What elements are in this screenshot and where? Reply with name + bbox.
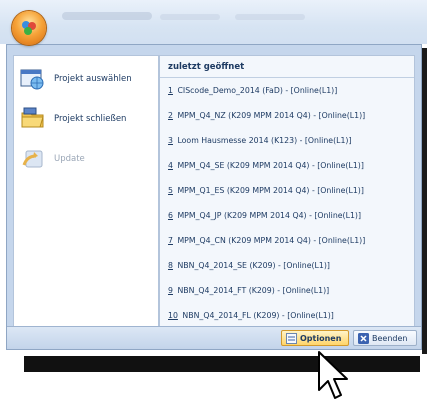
recent-item-number: 9 bbox=[168, 286, 173, 295]
window-globe-icon bbox=[20, 67, 46, 91]
title-blur bbox=[62, 12, 152, 20]
menu-commands-pane: Projekt auswählen Projekt schließen Upda… bbox=[13, 55, 159, 333]
recent-item-number: 6 bbox=[168, 211, 173, 220]
recent-project-item[interactable]: 1 CIScode_Demo_2014 (FaD) - [Online(L1)] bbox=[168, 80, 412, 102]
menu-shadow bbox=[24, 356, 420, 372]
options-button[interactable]: Optionen bbox=[281, 330, 349, 346]
exit-button[interactable]: Beenden bbox=[353, 330, 417, 346]
recent-item-number: 4 bbox=[168, 161, 173, 170]
menu-item-select-project[interactable]: Projekt auswählen bbox=[20, 62, 154, 96]
exit-button-label: Beenden bbox=[372, 333, 408, 343]
recent-header: zuletzt geöffnet bbox=[160, 56, 414, 78]
recent-project-item[interactable]: 6 MPM_Q4_JP (K209 MPM 2014 Q4) - [Online… bbox=[168, 205, 412, 227]
mouse-pointer-icon bbox=[318, 351, 348, 399]
recent-item-text: Loom Hausmesse 2014 (K123) - [Online(L1)… bbox=[177, 136, 352, 145]
close-icon bbox=[358, 332, 369, 344]
options-icon bbox=[286, 332, 297, 344]
title-blur bbox=[160, 14, 220, 20]
recent-item-text: CIScode_Demo_2014 (FaD) - [Online(L1)] bbox=[177, 86, 338, 95]
recent-project-item[interactable]: 2 MPM_Q4_NZ (K209 MPM 2014 Q4) - [Online… bbox=[168, 105, 412, 127]
recent-projects-pane: zuletzt geöffnet 1 CIScode_Demo_2014 (Fa… bbox=[159, 55, 415, 333]
folder-icon bbox=[20, 107, 46, 131]
recent-item-number: 1 bbox=[168, 86, 173, 95]
menu-shadow bbox=[422, 48, 427, 354]
application-menu: Projekt auswählen Projekt schließen Upda… bbox=[6, 44, 422, 350]
menu-footer: Optionen Beenden bbox=[7, 326, 421, 349]
menu-item-label: Projekt auswählen bbox=[54, 74, 132, 84]
recent-project-item[interactable]: 10 NBN_Q4_2014_FL (K209) - [Online(L1)] bbox=[168, 305, 412, 327]
recent-item-text: NBN_Q4_2014_FT (K209) - [Online(L1)] bbox=[177, 286, 330, 295]
application-menu-button[interactable] bbox=[12, 11, 46, 45]
menu-item-close-project[interactable]: Projekt schließen bbox=[20, 102, 154, 136]
recent-project-item[interactable]: 4 MPM_Q4_SE (K209 MPM 2014 Q4) - [Online… bbox=[168, 155, 412, 177]
recent-item-number: 7 bbox=[168, 236, 173, 245]
options-button-label: Optionen bbox=[300, 333, 342, 343]
recent-item-text: MPM_Q4_SE (K209 MPM 2014 Q4) - [Online(L… bbox=[177, 161, 364, 170]
menu-item-update[interactable]: Update bbox=[20, 142, 154, 176]
recent-item-text: MPM_Q4_CN (K209 MPM 2014 Q4) - [Online(L… bbox=[177, 236, 366, 245]
title-blur bbox=[235, 14, 305, 20]
recent-item-number: 10 bbox=[168, 311, 178, 320]
recent-item-text: MPM_Q4_JP (K209 MPM 2014 Q4) - [Online(L… bbox=[177, 211, 361, 220]
menu-item-label: Update bbox=[54, 154, 85, 164]
recent-item-number: 2 bbox=[168, 111, 173, 120]
recent-item-number: 5 bbox=[168, 186, 173, 195]
recent-project-item[interactable]: 7 MPM_Q4_CN (K209 MPM 2014 Q4) - [Online… bbox=[168, 230, 412, 252]
recent-item-text: MPM_Q4_NZ (K209 MPM 2014 Q4) - [Online(L… bbox=[177, 111, 366, 120]
recent-item-number: 3 bbox=[168, 136, 173, 145]
update-icon bbox=[20, 147, 46, 171]
recent-project-item[interactable]: 9 NBN_Q4_2014_FT (K209) - [Online(L1)] bbox=[168, 280, 412, 302]
recent-project-item[interactable]: 8 NBN_Q4_2014_SE (K209) - [Online(L1)] bbox=[168, 255, 412, 277]
recent-item-text: NBN_Q4_2014_FL (K209) - [Online(L1)] bbox=[182, 311, 334, 320]
recent-item-number: 8 bbox=[168, 261, 173, 270]
recent-item-text: NBN_Q4_2014_SE (K209) - [Online(L1)] bbox=[177, 261, 330, 270]
recent-project-item[interactable]: 5 MPM_Q1_ES (K209 MPM 2014 Q4) - [Online… bbox=[168, 180, 412, 202]
app-logo-icon bbox=[22, 21, 36, 35]
window-titlebar bbox=[0, 0, 427, 44]
menu-item-label: Projekt schließen bbox=[54, 114, 127, 124]
recent-project-item[interactable]: 3 Loom Hausmesse 2014 (K123) - [Online(L… bbox=[168, 130, 412, 152]
recent-item-text: MPM_Q1_ES (K209 MPM 2014 Q4) - [Online(L… bbox=[177, 186, 364, 195]
